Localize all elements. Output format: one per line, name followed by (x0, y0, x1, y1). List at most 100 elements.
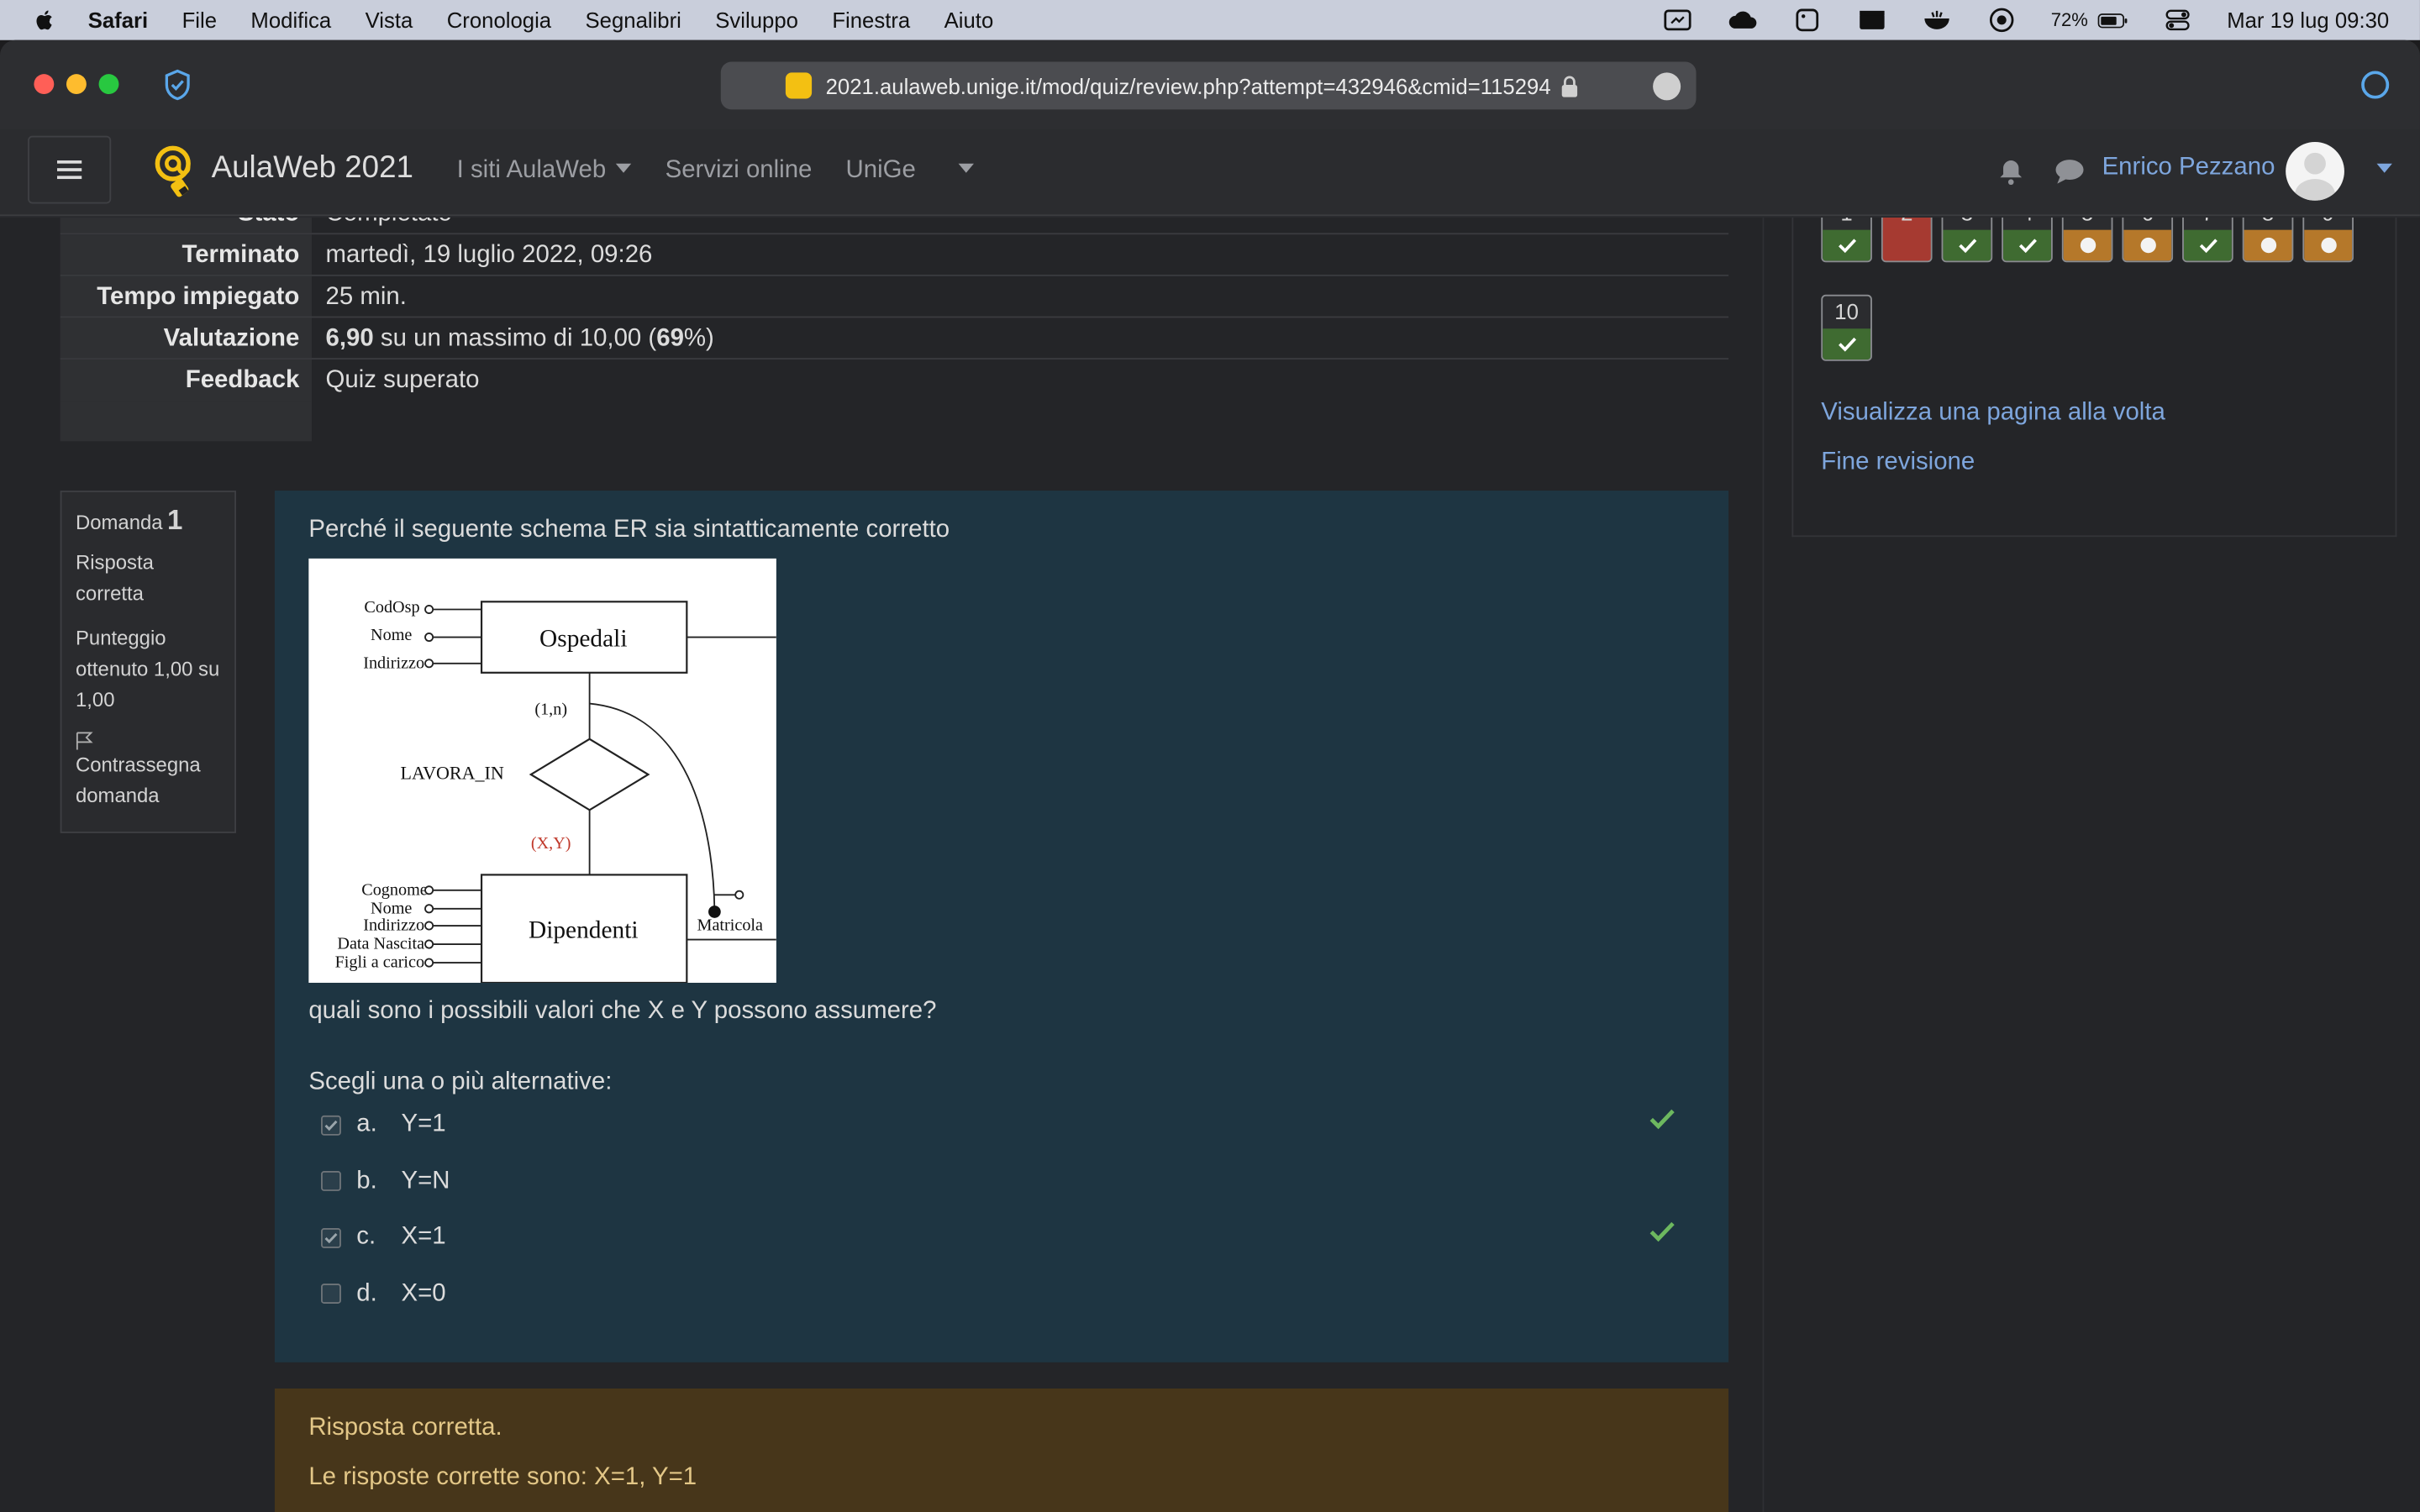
menubar-clock[interactable]: Mar 19 lug 09:30 (2227, 8, 2389, 32)
question-number: Domanda 1 (76, 505, 221, 538)
er-card-1: (1,n) (534, 700, 567, 718)
messages-icon[interactable] (2054, 157, 2086, 185)
summary-key: Feedback (60, 359, 313, 402)
answer-option-d[interactable]: d. X=0 (308, 1266, 1694, 1322)
user-menu-chevron-icon[interactable] (2376, 163, 2392, 173)
screen-share-icon[interactable] (1662, 8, 1693, 32)
option-letter: b. (356, 1167, 377, 1194)
summary-key: Valutazione (60, 318, 313, 359)
menu-segnalibri[interactable]: Segnalibri (586, 8, 681, 32)
feedback-result: Risposta corretta. (308, 1415, 502, 1441)
address-bar[interactable]: 2021.aulaweb.unige.it/mod/quiz/review.ph… (720, 61, 1697, 110)
summary-key: Stato (60, 217, 313, 234)
summary-row: Tempo impiegato 25 min. (60, 276, 1729, 318)
menu-modifica[interactable]: Modifica (250, 8, 331, 32)
checkbox-unchecked[interactable] (321, 1171, 341, 1192)
browser-window: 2021.aulaweb.unige.it/mod/quiz/review.ph… (0, 39, 2420, 1512)
state-correct (2003, 229, 2051, 261)
answer-prompt: Scegli una o più alternative: (308, 1068, 613, 1096)
quiz-nav-button-6[interactable]: 6 (2122, 217, 2174, 263)
question-text: Perché il seguente schema ER sia sintatt… (308, 517, 950, 543)
lock-icon (1561, 75, 1577, 97)
dot-icon (2260, 237, 2276, 254)
checkbox-unchecked[interactable] (321, 1284, 341, 1305)
menu-vista[interactable]: Vista (366, 8, 413, 32)
site-favicon-icon (785, 72, 813, 99)
quiz-nav-number: 9 (2304, 218, 2352, 225)
checkbox-checked[interactable] (321, 1227, 341, 1248)
show-one-page-link[interactable]: Visualizza una pagina alla volta (1821, 400, 2165, 428)
quiz-nav-button-1[interactable]: 1 (1821, 217, 1872, 263)
user-name[interactable]: Enrico Pezzano (2102, 155, 2275, 182)
er-entity-2: Dipendenti (529, 917, 639, 944)
nav-unige[interactable]: UniGe (846, 157, 975, 185)
dot-icon (2320, 237, 2336, 254)
menu-cronologia[interactable]: Cronologia (447, 8, 551, 32)
user-avatar[interactable] (2286, 141, 2344, 201)
site-navbar: AulaWeb 2021 I siti AulaWeb Servizi onli… (0, 129, 2420, 217)
quiz-nav-button-5[interactable]: 5 (2061, 217, 2113, 263)
quiz-nav-number: 1 (1823, 218, 1870, 225)
option-letter: c. (356, 1223, 376, 1251)
notifications-bell-icon[interactable] (1997, 157, 2025, 186)
answer-option-a[interactable]: a. Y=1 (308, 1097, 1694, 1153)
state-correct (1823, 328, 1871, 360)
summary-key: Terminato (60, 234, 313, 275)
pinwheel-icon[interactable] (1986, 8, 2018, 33)
state-correct (1823, 229, 1871, 261)
state-partial (2304, 229, 2353, 261)
quiz-nav-number: 5 (2064, 218, 2112, 225)
quiz-nav-number: 6 (2123, 218, 2171, 225)
nav-servizi-online[interactable]: Servizi online (666, 157, 813, 185)
finish-review-link[interactable]: Fine revisione (1821, 449, 1975, 476)
zoom-window-button[interactable] (98, 74, 119, 95)
option-letter: a. (356, 1110, 377, 1138)
menu-finestra[interactable]: Finestra (832, 8, 910, 32)
cloud-icon[interactable] (1727, 8, 1758, 32)
control-center-icon[interactable] (2162, 8, 2193, 32)
privacy-shield-icon[interactable] (160, 68, 194, 102)
quiz-nav-button-9[interactable]: 9 (2302, 217, 2354, 263)
quiz-nav-button-10[interactable]: 10 (1821, 294, 1872, 361)
quiz-nav-button-2[interactable]: 2 (1881, 217, 1933, 263)
nav-siti-label: I siti AulaWeb (456, 157, 607, 184)
answer-option-b[interactable]: b. Y=N (308, 1153, 1694, 1210)
menu-file[interactable]: File (182, 8, 217, 32)
menu-app-safari[interactable]: Safari (88, 8, 148, 32)
site-brand[interactable]: AulaWeb 2021 (212, 151, 413, 186)
question-text-2: quali sono i possibili valori che X e Y … (308, 998, 937, 1025)
menu-sviluppo[interactable]: Sviluppo (715, 8, 798, 32)
url-text[interactable]: 2021.aulaweb.unige.it/mod/quiz/review.ph… (826, 73, 1551, 97)
option-text: Y=N (401, 1167, 450, 1194)
battery-icon[interactable] (2097, 8, 2128, 32)
check-icon (2018, 239, 2037, 254)
quiz-nav-button-4[interactable]: 4 (2002, 217, 2053, 263)
user-silhouette-icon (2295, 152, 2335, 201)
minimize-window-button[interactable] (66, 74, 87, 95)
summary-row-state: Stato Completato (60, 217, 1729, 235)
drawer-toggle-button[interactable] (28, 135, 112, 204)
more-options-icon[interactable] (1653, 72, 1681, 101)
checkbox-checked[interactable] (321, 1115, 341, 1136)
aulaweb-logo-icon[interactable] (153, 142, 199, 201)
close-window-button[interactable] (34, 74, 55, 95)
chevron-down-icon (959, 163, 975, 173)
grade-middle: su un massimo di 10,00 ( (373, 325, 657, 352)
nav-siti-aulaweb[interactable]: I siti AulaWeb (457, 157, 631, 185)
quiz-nav-button-8[interactable]: 8 (2242, 217, 2294, 263)
answer-option-c[interactable]: c. X=1 (308, 1210, 1694, 1266)
option-text: Y=1 (401, 1110, 446, 1138)
quiz-nav-button-3[interactable]: 3 (1941, 217, 1993, 263)
bowl-icon[interactable] (1921, 8, 1952, 32)
apple-icon[interactable] (33, 8, 57, 32)
quiz-nav-button-7[interactable]: 7 (2182, 217, 2233, 263)
dark-mode-icon[interactable] (2360, 70, 2391, 101)
menu-aiuto[interactable]: Aiuto (944, 8, 994, 32)
grade-score: 6,90 (325, 325, 374, 352)
window-icon[interactable] (1791, 8, 1823, 32)
quiz-nav-number: 3 (1943, 218, 1991, 225)
clapper-icon[interactable] (1856, 8, 1887, 32)
flag-question-link[interactable]: Contrassegna domanda (76, 750, 221, 811)
attempt-summary-table: Stato Completato Terminato martedì, 19 l… (60, 217, 1729, 442)
flag-icon[interactable] (76, 732, 94, 750)
